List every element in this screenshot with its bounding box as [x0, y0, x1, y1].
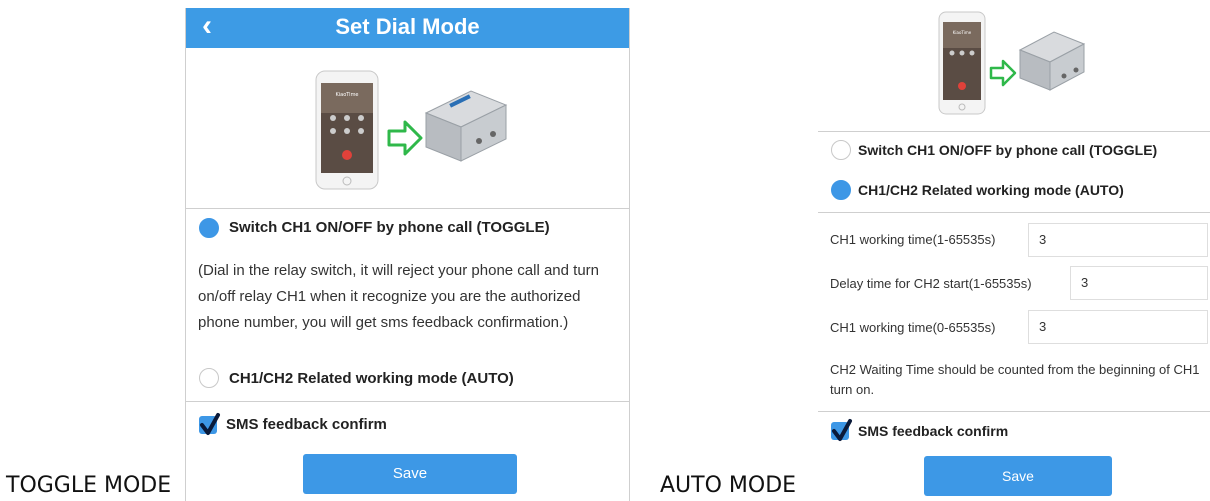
toggle-description: (Dial in the relay switch, it will rejec… — [198, 262, 600, 331]
auto-mode-screen: KiaoTime Switch CH1 ON/OFF by phone call… — [818, 6, 1210, 501]
phone-to-device-illustration: KiaoTime — [938, 11, 1086, 115]
sms-feedback-checkbox[interactable] — [199, 413, 220, 435]
ch1-working-time-input[interactable]: 3 — [1028, 223, 1208, 257]
toggle-mode-label[interactable]: Switch CH1 ON/OFF by phone call (TOGGLE) — [858, 142, 1157, 158]
sms-feedback-label[interactable]: SMS feedback confirm — [858, 423, 1008, 439]
arrow-right-icon — [989, 59, 1017, 87]
ch2-delay-time-input[interactable]: 3 — [1070, 266, 1208, 300]
checkmark-icon — [200, 413, 220, 435]
phone-image: KiaoTime — [938, 11, 986, 115]
divider — [186, 208, 629, 209]
relay-device-image — [1018, 31, 1086, 91]
divider — [818, 131, 1210, 132]
save-button[interactable]: Save — [924, 456, 1112, 496]
toggle-mode-caption: TOGGLE MODE — [6, 473, 172, 498]
relay-device-image — [424, 90, 508, 162]
ch2-waiting-time-note: CH2 Waiting Time should be counted from … — [830, 362, 1200, 397]
auto-mode-radio[interactable] — [831, 180, 851, 200]
ch1-working-time-2-input[interactable]: 3 — [1028, 310, 1208, 344]
ch1-working-time-2-label: CH1 working time(0-65535s) — [830, 320, 996, 335]
save-button[interactable]: Save — [303, 454, 517, 494]
sms-feedback-checkbox[interactable] — [831, 419, 852, 441]
auto-mode-label[interactable]: CH1/CH2 Related working mode (AUTO) — [858, 182, 1124, 198]
divider — [186, 401, 629, 402]
auto-mode-label[interactable]: CH1/CH2 Related working mode (AUTO) — [229, 370, 514, 387]
checkmark-icon — [832, 419, 852, 441]
toggle-mode-screen: ‹ Set Dial Mode KiaoTime Switch CH1 ON/O… — [185, 8, 630, 501]
divider — [818, 411, 1210, 412]
auto-mode-radio[interactable] — [199, 368, 219, 388]
ch2-delay-time-label: Delay time for CH2 start(1-65535s) — [830, 276, 1032, 291]
auto-mode-caption: AUTO MODE — [660, 473, 797, 498]
title-bar: ‹ Set Dial Mode — [186, 8, 629, 48]
toggle-mode-label[interactable]: Switch CH1 ON/OFF by phone call (TOGGLE) — [229, 219, 550, 236]
toggle-mode-radio[interactable] — [831, 140, 851, 160]
page-title: Set Dial Mode — [335, 14, 480, 39]
phone-caller-name: KiaoTime — [335, 92, 358, 98]
arrow-right-icon — [387, 120, 423, 156]
phone-image: KiaoTime — [315, 70, 379, 190]
sms-feedback-label[interactable]: SMS feedback confirm — [226, 416, 387, 433]
ch1-working-time-label: CH1 working time(1-65535s) — [830, 232, 996, 247]
toggle-mode-radio[interactable] — [199, 218, 219, 238]
phone-to-device-illustration: KiaoTime — [315, 70, 508, 190]
phone-caller-name: KiaoTime — [953, 30, 972, 35]
divider — [818, 212, 1210, 213]
